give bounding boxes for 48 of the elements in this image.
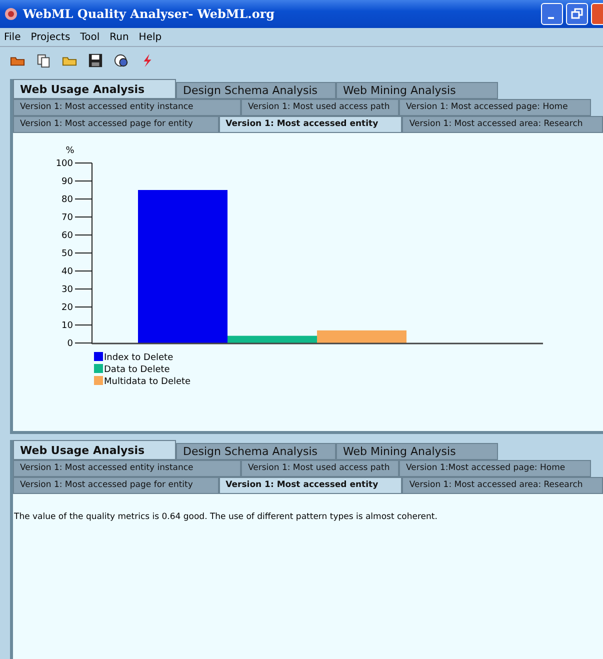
tab[interactable]: Version 1: Most accessed entity instance bbox=[13, 99, 241, 116]
app-icon bbox=[4, 7, 18, 21]
minimize-icon bbox=[548, 17, 554, 19]
tab[interactable]: Web Usage Analysis bbox=[13, 79, 176, 99]
minimize-button[interactable] bbox=[541, 3, 563, 25]
result-text: The value of the quality metrics is 0.64 good. The use of different pattern types is almost coherent. bbox=[14, 512, 438, 522]
window-title: WebML Quality Analyser- WebML.org bbox=[23, 7, 276, 21]
restore-icon bbox=[569, 6, 585, 22]
tick-label: 50 bbox=[62, 249, 73, 259]
database-icon[interactable] bbox=[114, 52, 129, 68]
tick-label: 80 bbox=[62, 195, 73, 205]
legend-label: Multidata to Delete bbox=[104, 377, 191, 387]
restore-button[interactable] bbox=[566, 3, 588, 25]
tab[interactable]: Version 1: Most accessed page for entity bbox=[13, 477, 219, 494]
tick-label: 40 bbox=[62, 267, 73, 277]
legend-label: Data to Delete bbox=[104, 365, 170, 375]
menu-item[interactable]: Help bbox=[138, 32, 162, 42]
tab[interactable]: Version 1:Most accessed page: Home bbox=[399, 460, 591, 477]
tick-label: 0 bbox=[67, 339, 73, 349]
tab[interactable]: Version 1: Most accessed area: Research bbox=[402, 477, 603, 494]
tick-label: 100 bbox=[56, 159, 73, 169]
menu-item[interactable]: Run bbox=[110, 32, 129, 42]
menu-item[interactable]: File bbox=[4, 32, 21, 42]
tab[interactable]: Web Usage Analysis bbox=[13, 440, 176, 460]
tick-label: 30 bbox=[62, 285, 73, 295]
tab[interactable]: Web Mining Analysis bbox=[336, 82, 498, 99]
tab[interactable]: Web Mining Analysis bbox=[336, 443, 498, 460]
tick-label: 70 bbox=[62, 213, 73, 223]
copy-icon[interactable] bbox=[36, 52, 51, 68]
tab[interactable]: Version 1: Most accessed page for entity bbox=[13, 116, 219, 133]
tab[interactable]: Design Schema Analysis bbox=[176, 82, 336, 99]
tab[interactable]: Version 1: Most accessed page: Home bbox=[399, 99, 591, 116]
tick-label: 90 bbox=[62, 177, 73, 187]
axis-label: % bbox=[66, 146, 74, 156]
tab[interactable]: Version 1: Most accessed entity bbox=[218, 477, 402, 494]
tick-label: 20 bbox=[62, 303, 73, 313]
legend-label: Index to Delete bbox=[104, 353, 174, 363]
tab[interactable]: Version 1: Most accessed entity bbox=[218, 116, 402, 133]
menu-item[interactable]: Projects bbox=[30, 32, 70, 42]
tick-label: 10 bbox=[62, 321, 73, 331]
tab[interactable]: Version 1: Most used access path bbox=[241, 99, 399, 116]
tab[interactable]: Design Schema Analysis bbox=[176, 443, 336, 460]
tick-label: 60 bbox=[62, 231, 73, 241]
tab[interactable]: Version 1: Most accessed area: Research bbox=[402, 116, 603, 133]
menu-item[interactable]: Tool bbox=[80, 32, 100, 42]
save-icon[interactable] bbox=[88, 52, 103, 68]
tab[interactable]: Version 1: Most accessed entity instance bbox=[13, 460, 241, 477]
tab[interactable]: Version 1: Most used access path bbox=[241, 460, 399, 477]
